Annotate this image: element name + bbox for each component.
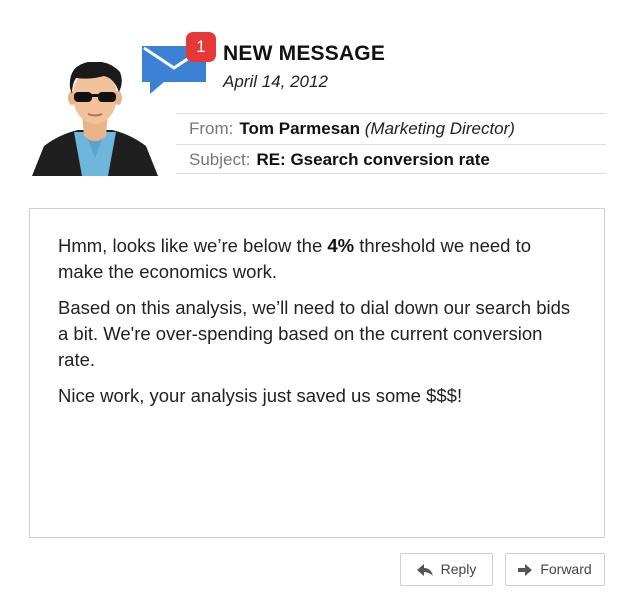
body-paragraph-1: Hmm, looks like we’re below the 4% thres… (58, 233, 578, 285)
subject-label: Subject: (189, 150, 251, 169)
body-p1-bold: 4% (327, 235, 355, 256)
sender-name: Tom Parmesan (239, 119, 361, 138)
body-paragraph-3: Nice work, your analysis just saved us s… (58, 385, 463, 406)
message-body: Hmm, looks like we’re below the 4% thres… (29, 208, 605, 538)
forward-label: Forward (540, 561, 592, 577)
body-p1-start: Hmm, looks like we’re below the (58, 235, 328, 256)
reply-label: Reply (440, 561, 477, 577)
subject-text: RE: Gsearch conversion rate (256, 150, 490, 169)
avatar (32, 62, 158, 176)
unread-count-badge: 1 (186, 32, 216, 62)
from-label: From: (189, 119, 234, 138)
message-date: April 14, 2012 (223, 72, 328, 91)
body-paragraph-2: Based on this analysis, we’ll need to di… (58, 297, 571, 370)
reply-arrow-icon (416, 563, 433, 576)
sender-role: (Marketing Director) (364, 119, 515, 138)
subject-row: Subject: RE: Gsearch conversion rate (176, 144, 606, 174)
message-title: NEW MESSAGE (223, 42, 386, 65)
from-row: From: Tom Parmesan (Marketing Director) (176, 113, 606, 143)
forward-arrow-icon (518, 563, 533, 576)
forward-button[interactable]: Forward (505, 553, 605, 586)
reply-button[interactable]: Reply (400, 553, 493, 586)
email-card: 1 NEW MESSAGE April 14, 2012 From: Tom Pa… (0, 0, 633, 598)
